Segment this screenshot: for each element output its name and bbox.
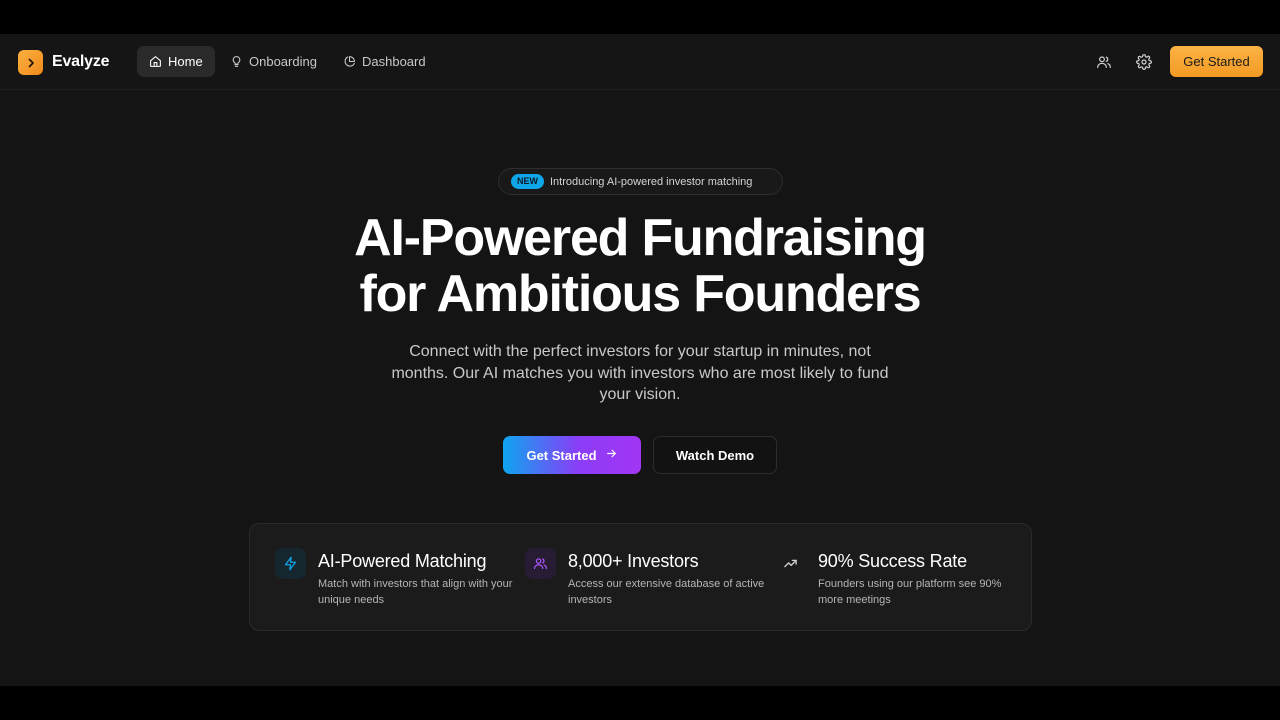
users-icon [525,548,556,579]
gear-icon[interactable] [1132,50,1156,74]
get-started-label: Get Started [526,447,597,463]
get-started-button[interactable]: Get Started [503,436,641,474]
nav-label-onboarding: Onboarding [249,54,317,69]
arrow-right-icon [605,447,618,463]
users-icon[interactable] [1092,50,1116,74]
brand-name[interactable]: Evalyze [52,51,110,73]
features-panel: AI-Powered Matching Match with investors… [249,523,1032,631]
hero-title-line-2: for Ambitious Founders [359,265,922,323]
hero-subtitle: Connect with the perfect investors for y… [391,343,889,403]
feature-description: Match with investors that align with you… [318,578,513,606]
nav-label-dashboard: Dashboard [362,54,426,69]
new-badge: NEW [511,174,544,189]
logo-icon[interactable] [18,50,43,75]
feature-title: 8,000+ Investors [568,551,699,571]
nav-item-dashboard[interactable]: Dashboard [331,46,438,77]
hero-title: AI-Powered Fundraising for Ambitious Fou… [0,210,1280,322]
nav-label-home: Home [168,54,203,69]
watch-demo-button[interactable]: Watch Demo [653,436,777,474]
trending-up-icon [775,548,806,579]
feature-description: Founders using our platform see 90% more… [818,578,1002,606]
app-window: Evalyze Home Onboarding Dashboard Get St… [0,34,1280,686]
hero-title-line-1: AI-Powered Fundraising [354,209,927,267]
lightning-icon [275,548,306,579]
feature-title: AI-Powered Matching [318,551,487,571]
announcement-badge[interactable]: NEW Introducing AI-powered investor matc… [498,168,783,195]
feature-title: 90% Success Rate [818,551,967,571]
home-icon [149,55,162,68]
pie-chart-icon [343,55,356,68]
announcement-text: Introducing AI-powered investor matching [550,175,753,188]
nav-item-home[interactable]: Home [137,46,215,77]
nav-item-onboarding[interactable]: Onboarding [218,46,329,77]
feature-description: Access our extensive database of active … [568,578,765,606]
lightbulb-icon [230,55,243,68]
nav-get-started-button[interactable]: Get Started [1170,46,1263,77]
top-navbar: Evalyze Home Onboarding Dashboard Get St… [0,34,1280,90]
